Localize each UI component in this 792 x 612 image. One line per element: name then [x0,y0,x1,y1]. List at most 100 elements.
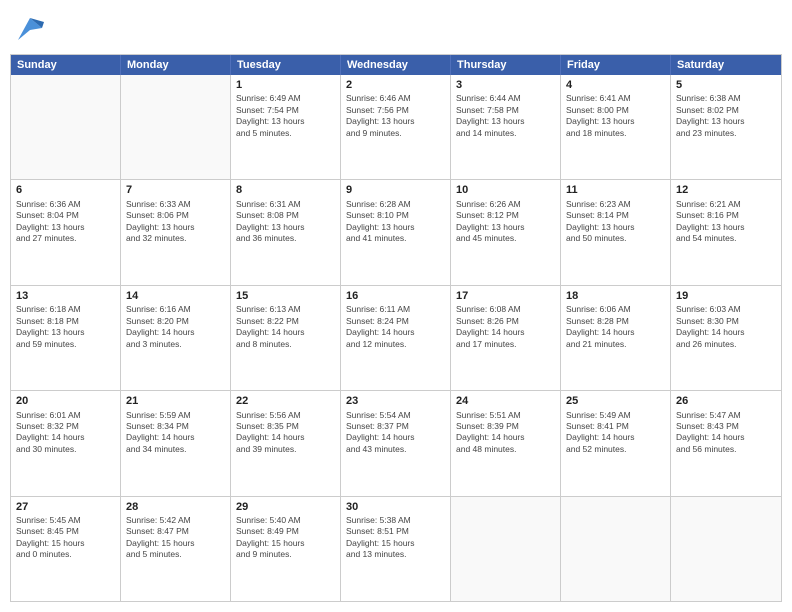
day-info: Sunrise: 6:18 AM Sunset: 8:18 PM Dayligh… [16,304,115,350]
day-number: 29 [236,500,335,514]
day-info: Sunrise: 6:46 AM Sunset: 7:56 PM Dayligh… [346,93,445,139]
day-info: Sunrise: 6:41 AM Sunset: 8:00 PM Dayligh… [566,93,665,139]
calendar-cell: 20 Sunrise: 6:01 AM Sunset: 8:32 PM Dayli… [11,391,121,495]
day-info: Sunrise: 5:47 AM Sunset: 8:43 PM Dayligh… [676,410,776,456]
calendar-cell: 24 Sunrise: 5:51 AM Sunset: 8:39 PM Dayli… [451,391,561,495]
day-info: Sunrise: 6:11 AM Sunset: 8:24 PM Dayligh… [346,304,445,350]
day-number: 22 [236,394,335,408]
weekday-header: Monday [121,55,231,75]
calendar-cell: 26Sunrise: 5:47 AM Sunset: 8:43 PM Dayli… [671,391,781,495]
calendar-cell: 23 Sunrise: 5:54 AM Sunset: 8:37 PM Dayli… [341,391,451,495]
day-info: Sunrise: 5:42 AM Sunset: 8:47 PM Dayligh… [126,515,225,561]
calendar-cell: 16Sunrise: 6:11 AM Sunset: 8:24 PM Dayli… [341,286,451,390]
day-info: Sunrise: 6:28 AM Sunset: 8:10 PM Dayligh… [346,199,445,245]
calendar-cell: 19Sunrise: 6:03 AM Sunset: 8:30 PM Dayli… [671,286,781,390]
day-info: Sunrise: 6:38 AM Sunset: 8:02 PM Dayligh… [676,93,776,139]
calendar-cell: 21 Sunrise: 5:59 AM Sunset: 8:34 PM Dayli… [121,391,231,495]
day-number: 19 [676,289,776,303]
day-number: 30 [346,500,445,514]
weekday-header: Thursday [451,55,561,75]
day-info: Sunrise: 6:03 AM Sunset: 8:30 PM Dayligh… [676,304,776,350]
calendar-cell: 13Sunrise: 6:18 AM Sunset: 8:18 PM Dayli… [11,286,121,390]
day-number: 24 [456,394,555,408]
calendar-cell: 17Sunrise: 6:08 AM Sunset: 8:26 PM Dayli… [451,286,561,390]
calendar-body: 1Sunrise: 6:49 AM Sunset: 7:54 PM Daylig… [11,75,781,601]
day-number: 23 [346,394,445,408]
calendar-row: 27Sunrise: 5:45 AM Sunset: 8:45 PM Dayli… [11,496,781,601]
calendar-grid: SundayMondayTuesdayWednesdayThursdayFrid… [10,54,782,602]
calendar-cell [11,75,121,179]
day-info: Sunrise: 5:51 AM Sunset: 8:39 PM Dayligh… [456,410,555,456]
day-info: Sunrise: 6:06 AM Sunset: 8:28 PM Dayligh… [566,304,665,350]
day-number: 27 [16,500,115,514]
day-info: Sunrise: 5:59 AM Sunset: 8:34 PM Dayligh… [126,410,225,456]
calendar-cell: 11Sunrise: 6:23 AM Sunset: 8:14 PM Dayli… [561,180,671,284]
calendar-cell: 2Sunrise: 6:46 AM Sunset: 7:56 PM Daylig… [341,75,451,179]
day-number: 28 [126,500,225,514]
calendar-cell: 25 Sunrise: 5:49 AM Sunset: 8:41 PM Dayli… [561,391,671,495]
day-info: Sunrise: 6:26 AM Sunset: 8:12 PM Dayligh… [456,199,555,245]
calendar-page: SundayMondayTuesdayWednesdayThursdayFrid… [0,0,792,612]
calendar-cell: 18Sunrise: 6:06 AM Sunset: 8:28 PM Dayli… [561,286,671,390]
day-number: 16 [346,289,445,303]
calendar-cell: 28Sunrise: 5:42 AM Sunset: 8:47 PM Dayli… [121,497,231,601]
calendar-cell: 27Sunrise: 5:45 AM Sunset: 8:45 PM Dayli… [11,497,121,601]
day-number: 9 [346,183,445,197]
day-info: Sunrise: 6:13 AM Sunset: 8:22 PM Dayligh… [236,304,335,350]
day-number: 5 [676,78,776,92]
day-number: 21 [126,394,225,408]
calendar-row: 1Sunrise: 6:49 AM Sunset: 7:54 PM Daylig… [11,75,781,179]
day-info: Sunrise: 5:54 AM Sunset: 8:37 PM Dayligh… [346,410,445,456]
day-number: 10 [456,183,555,197]
day-number: 17 [456,289,555,303]
calendar-cell: 1Sunrise: 6:49 AM Sunset: 7:54 PM Daylig… [231,75,341,179]
calendar-cell: 8Sunrise: 6:31 AM Sunset: 8:08 PM Daylig… [231,180,341,284]
calendar-cell: 22 Sunrise: 5:56 AM Sunset: 8:35 PM Dayli… [231,391,341,495]
day-info: Sunrise: 5:40 AM Sunset: 8:49 PM Dayligh… [236,515,335,561]
page-header [10,10,782,48]
day-number: 11 [566,183,665,197]
day-info: Sunrise: 6:44 AM Sunset: 7:58 PM Dayligh… [456,93,555,139]
calendar-row: 6 Sunrise: 6:36 AM Sunset: 8:04 PM Daylig… [11,179,781,284]
calendar-cell: 6 Sunrise: 6:36 AM Sunset: 8:04 PM Daylig… [11,180,121,284]
calendar-cell [671,497,781,601]
day-number: 3 [456,78,555,92]
calendar-row: 20 Sunrise: 6:01 AM Sunset: 8:32 PM Dayli… [11,390,781,495]
calendar-cell: 4Sunrise: 6:41 AM Sunset: 8:00 PM Daylig… [561,75,671,179]
calendar-cell [561,497,671,601]
calendar-cell: 10 Sunrise: 6:26 AM Sunset: 8:12 PM Dayli… [451,180,561,284]
calendar-cell: 7Sunrise: 6:33 AM Sunset: 8:06 PM Daylig… [121,180,231,284]
day-info: Sunrise: 5:56 AM Sunset: 8:35 PM Dayligh… [236,410,335,456]
day-info: Sunrise: 6:01 AM Sunset: 8:32 PM Dayligh… [16,410,115,456]
day-number: 7 [126,183,225,197]
day-info: Sunrise: 6:21 AM Sunset: 8:16 PM Dayligh… [676,199,776,245]
calendar-header: SundayMondayTuesdayWednesdayThursdayFrid… [11,55,781,75]
weekday-header: Sunday [11,55,121,75]
calendar-cell [121,75,231,179]
day-number: 13 [16,289,115,303]
logo-bird-icon [10,10,48,48]
day-info: Sunrise: 6:08 AM Sunset: 8:26 PM Dayligh… [456,304,555,350]
day-number: 4 [566,78,665,92]
day-info: Sunrise: 6:49 AM Sunset: 7:54 PM Dayligh… [236,93,335,139]
calendar-cell: 12 Sunrise: 6:21 AM Sunset: 8:16 PM Dayli… [671,180,781,284]
weekday-header: Wednesday [341,55,451,75]
day-number: 25 [566,394,665,408]
day-number: 6 [16,183,115,197]
calendar-cell: 14Sunrise: 6:16 AM Sunset: 8:20 PM Dayli… [121,286,231,390]
day-info: Sunrise: 6:31 AM Sunset: 8:08 PM Dayligh… [236,199,335,245]
day-info: Sunrise: 5:49 AM Sunset: 8:41 PM Dayligh… [566,410,665,456]
weekday-header: Saturday [671,55,781,75]
calendar-cell: 30Sunrise: 5:38 AM Sunset: 8:51 PM Dayli… [341,497,451,601]
day-number: 14 [126,289,225,303]
day-number: 12 [676,183,776,197]
day-number: 1 [236,78,335,92]
calendar-cell: 15Sunrise: 6:13 AM Sunset: 8:22 PM Dayli… [231,286,341,390]
calendar-row: 13Sunrise: 6:18 AM Sunset: 8:18 PM Dayli… [11,285,781,390]
weekday-header: Tuesday [231,55,341,75]
logo [10,10,52,48]
weekday-header: Friday [561,55,671,75]
day-number: 20 [16,394,115,408]
day-info: Sunrise: 6:36 AM Sunset: 8:04 PM Dayligh… [16,199,115,245]
calendar-cell [451,497,561,601]
